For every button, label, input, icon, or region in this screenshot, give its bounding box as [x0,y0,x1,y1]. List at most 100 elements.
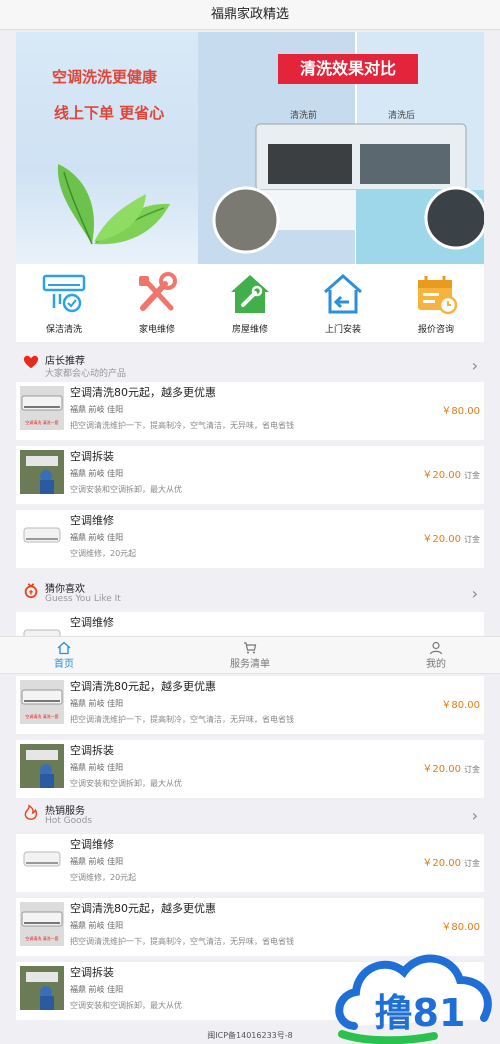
category-label: 上门安装 [324,325,361,335]
product-price: ￥80.00 [441,402,480,417]
product-description: 空调安装和空调拆卸，最大从优 [70,1001,182,1010]
product-location: 福鼎 前岐 佳阳 [70,857,124,866]
product-thumbnail [20,838,64,882]
product-thumbnail: 空调清洗 清洗一套 [20,386,64,430]
product-location: 福鼎 前岐 佳阳 [70,533,124,542]
product-name: 空调拆装 [70,450,114,463]
chevron-right-icon: › [471,806,478,825]
product-name: 空调清洗80元起，越多更优惠 [70,680,216,693]
after-label: 清洗后 [388,111,416,121]
product-card[interactable]: 空调维修 [16,612,484,636]
product-thumbnail [20,514,64,558]
product-description: 空调安装和空调拆卸，最大从优 [70,485,182,494]
section-header-recommend[interactable]: 店长推荐 大家都会心动的产品 › [16,350,484,380]
calendar-clock-icon [418,276,458,315]
product-name: 空调清洗80元起，越多更优惠 [70,386,216,399]
product-description: 空调维修，20元起 [70,873,137,882]
section-title: 热销服务 [45,806,85,817]
category-install[interactable]: 上门安装 [303,272,383,335]
product-price: ￥80.00 [441,696,480,711]
product-name: 空调维修 [70,616,114,629]
category-grid: 保洁清洗 家电维修 房屋维修 上门安装 报价咨询 [16,264,484,342]
price-value: ￥20.00 [422,470,461,481]
banner-left-panel: 空调洗洗更健康 线上下单 更省心 [16,32,198,264]
promo-banner[interactable]: 空调洗洗更健康 线上下单 更省心 清洗效果对比 清洗前 清洗后 [16,32,484,264]
tab-home[interactable]: 首页 [24,641,104,670]
heart-icon [23,355,39,369]
tab-label: 首页 [54,659,74,670]
product-thumbnail [20,616,64,636]
product-price: ￥20.00 订金 [422,760,480,775]
product-card[interactable]: 空调清洗 清洗一套 空调清洗80元起，越多更优惠 福鼎 前岐 佳阳 把空调清洗维… [16,676,484,734]
bottom-tab-bar: 首页 服务清单 我的 [0,636,500,674]
chevron-right-icon: › [471,584,478,603]
thumb-caption: 空调清洗 清洗一套 [25,419,58,425]
product-location: 福鼎 前岐 佳阳 [70,469,124,478]
product-thumbnail: 空调清洗 清洗一套 [20,902,64,946]
product-location: 福鼎 前岐 佳阳 [70,921,124,930]
price-unit: 订金 [464,859,480,868]
section-subtitle: Hot Goods [45,816,93,826]
product-location: 福鼎 前岐 佳阳 [70,763,124,772]
product-card[interactable]: 空调维修 福鼎 前岐 佳阳 空调维修，20元起 ￥20.00 订金 [16,510,484,568]
section-header-hot[interactable]: 热销服务 Hot Goods › [16,800,484,830]
price-value: ￥80.00 [441,922,480,933]
tools-icon [139,272,177,311]
product-description: 把空调清洗维护一下，提高制冷，空气清洁，无异味，省电省钱 [70,715,294,724]
home-icon [57,641,71,655]
price-value: ￥80.00 [441,406,480,417]
product-name: 空调拆装 [70,744,114,757]
section-header-guess[interactable]: 猜你喜欢 Guess You Like It › [16,578,484,608]
price-unit: 订金 [464,765,480,774]
app-title: 福鼎家政精选 [0,0,500,30]
product-description: 把空调清洗维护一下，提高制冷，空气清洁，无异味，省电省钱 [70,937,294,946]
price-value: ￥80.00 [441,700,480,711]
category-cleaning[interactable]: 保洁清洗 [24,272,104,335]
thumb-caption: 空调清洗 清洗一套 [25,935,58,941]
price-value: ￥20.00 [422,534,461,545]
product-thumbnail [20,450,64,494]
category-quote[interactable]: 报价咨询 [396,272,476,335]
category-label: 房屋维修 [231,325,268,335]
fire-icon [24,804,38,820]
product-description: 空调维修，20元起 [70,549,137,558]
tab-mine[interactable]: 我的 [396,641,476,670]
category-label: 保洁清洗 [45,325,82,335]
compare-badge: 清洗效果对比 [278,54,418,84]
tab-label: 我的 [426,659,446,670]
gift-icon [24,583,38,599]
product-price: ￥20.00 订金 [422,530,480,545]
ac-cleaning-icon [42,274,86,313]
price-unit: 订金 [464,535,480,544]
product-name: 空调清洗80元起，越多更优惠 [70,902,216,915]
product-card[interactable]: 空调拆装 福鼎 前岐 佳阳 空调安装和空调拆卸，最大从优 ￥20.00 订金 [16,446,484,504]
tab-label: 服务清单 [230,659,270,670]
price-value: ￥20.00 [422,858,461,869]
price-unit: 订金 [464,471,480,480]
cart-icon [244,642,257,654]
category-label: 家电维修 [138,325,175,335]
product-thumbnail: 空调清洗 清洗一套 [20,680,64,724]
chevron-right-icon: › [471,356,478,375]
product-thumbnail [20,966,64,1010]
leaves-illustration [57,164,170,245]
product-card[interactable]: 空调维修 福鼎 前岐 佳阳 空调维修，20元起 ￥20.00 订金 [16,834,484,892]
product-card[interactable]: 空调拆装 福鼎 前岐 佳阳 空调安装和空调拆卸，最大从优 ￥20.00 订金 [16,740,484,798]
product-location: 福鼎 前岐 佳阳 [70,405,124,414]
product-description: 把空调清洗维护一下，提高制冷，空气清洁，无异味，省电省钱 [70,421,294,430]
thumb-caption: 空调清洗 清洗一套 [25,713,58,719]
tab-service-list[interactable]: 服务清单 [210,641,290,670]
product-card[interactable]: 空调清洗 清洗一套 空调清洗80元起，越多更优惠 福鼎 前岐 佳阳 把空调清洗维… [16,382,484,440]
watermark-text: 撸81 [375,991,466,1035]
product-price: ￥80.00 [441,918,480,933]
user-icon [429,641,443,655]
product-price: ￥20.00 订金 [422,854,480,869]
category-appliance-repair[interactable]: 家电维修 [117,272,197,335]
product-name: 空调拆装 [70,966,114,979]
product-name: 空调维修 [70,514,114,527]
product-description: 空调安装和空调拆卸，最大从优 [70,779,182,788]
category-house-repair[interactable]: 房屋维修 [210,272,290,335]
product-price: ￥20.00 订金 [422,466,480,481]
banner-slogan-2: 线上下单 更省心 [54,104,165,122]
watermark-logo: 撸81 [335,954,492,1044]
